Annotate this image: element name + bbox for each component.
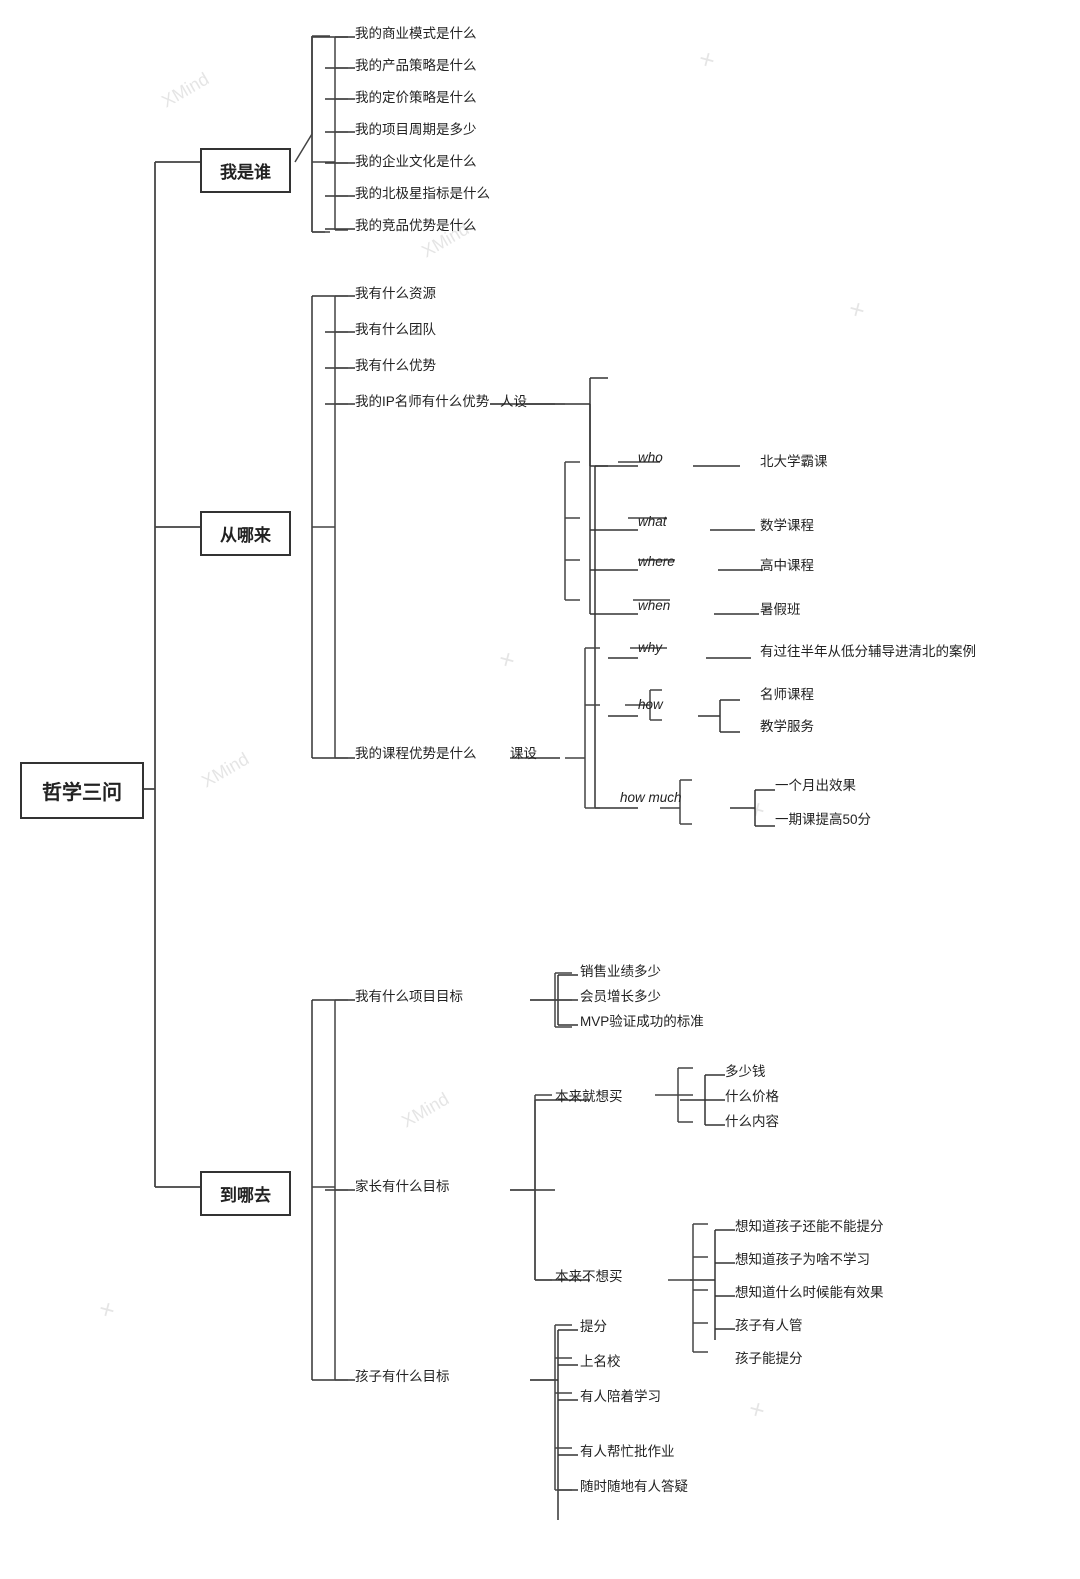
woshishui-item-5: 我的北极星指标是什么 — [355, 182, 490, 202]
buxiangmai-item3: 孩子有人管 — [735, 1314, 803, 1334]
jiuzxiangmai-item1: 什么价格 — [725, 1085, 779, 1105]
val-what: 数学课程 — [760, 514, 814, 534]
key-why: why — [638, 640, 662, 655]
val-why: 有过往半年从低分辅导进清北的案例 — [760, 640, 976, 660]
val-howmuch-1: 一期课提高50分 — [775, 808, 871, 828]
val-how-1: 教学服务 — [760, 715, 814, 735]
daonaqu-sec0-item2: MVP验证成功的标准 — [580, 1010, 704, 1030]
l1-congnaila: 从哪来 — [200, 511, 291, 556]
congnaila-item-0: 我有什么资源 — [355, 282, 436, 302]
woshishui-item-2: 我的定价策略是什么 — [355, 86, 477, 106]
congnaila-item-3: 我的IP名师有什么优势 — [355, 390, 489, 410]
mind-map: XMind XMind ✕ ✕ XMind ✕ ✕ ✕ XMind ✕ — [0, 0, 1080, 1579]
woshishui-item-3: 我的项目周期是多少 — [355, 118, 477, 138]
watermark: ✕ — [96, 1298, 120, 1324]
daonaqu-sec2-label: 孩子有什么目标 — [355, 1365, 450, 1385]
l1-daonaqu: 到哪去 — [200, 1171, 291, 1216]
daonaqu-sec2-item2: 有人陪着学习 — [580, 1385, 661, 1405]
woshishui-item-0: 我的商业模式是什么 — [355, 22, 477, 42]
renshuo-label-node: 人设 — [500, 390, 527, 410]
key-how: how — [638, 697, 663, 712]
congnaila-item-2: 我有什么优势 — [355, 354, 436, 374]
buxiangmai-item0: 想知道孩子还能不能提分 — [735, 1215, 884, 1235]
val-how-0: 名师课程 — [760, 683, 814, 703]
buxiangmai-item4: 孩子能提分 — [735, 1347, 803, 1367]
keshuo-label-node: 课设 — [510, 742, 537, 762]
key-howmuch: how much — [620, 790, 682, 805]
daonaqu-sec2-item3: 有人帮忙批作业 — [580, 1440, 675, 1460]
buxiangmai-item2: 想知道什么时候能有效果 — [735, 1281, 884, 1301]
key-what: what — [638, 514, 667, 529]
watermark: ✕ — [696, 48, 720, 74]
watermark: XMind — [158, 69, 213, 113]
l1-congnaila-label: 从哪来 — [220, 526, 271, 545]
watermark: ✕ — [746, 798, 770, 824]
jiuzxiangmai-item2: 什么内容 — [725, 1110, 779, 1130]
lines-svg — [0, 0, 1080, 1579]
keshuo-parent: 我的课程优势是什么 — [355, 742, 477, 762]
daonaqu-sec0-item1: 会员增长多少 — [580, 985, 661, 1005]
val-where: 高中课程 — [760, 554, 814, 574]
jiuzxiangmai-label: 本来就想买 — [555, 1085, 623, 1105]
congnaila-item-1: 我有什么团队 — [355, 318, 436, 338]
key-when: when — [638, 598, 670, 613]
jiuzxiangmai-item0: 多少钱 — [725, 1060, 766, 1080]
woshishui-item-4: 我的企业文化是什么 — [355, 150, 477, 170]
main-svg — [0, 0, 1080, 1579]
daonaqu-sec2-item0: 提分 — [580, 1315, 607, 1335]
l1-daonaqu-label: 到哪去 — [220, 1186, 271, 1205]
woshishui-item-1: 我的产品策略是什么 — [355, 54, 477, 74]
l1-woshishui: 我是谁 — [200, 148, 291, 193]
woshishui-item-6: 我的竞品优势是什么 — [355, 214, 477, 234]
daonaqu-sec2-item1: 上名校 — [580, 1350, 621, 1370]
daonaqu-sec2-item4: 随时随地有人答疑 — [580, 1475, 688, 1495]
val-who: 北大学霸课 — [760, 450, 828, 470]
watermark: XMind — [198, 749, 253, 793]
watermark: XMind — [398, 1089, 453, 1133]
root-node: 哲学三问 — [20, 762, 144, 819]
watermark: ✕ — [746, 1398, 770, 1424]
buxiangmai-label: 本来不想买 — [555, 1265, 623, 1285]
buxiangmai-item1: 想知道孩子为啥不学习 — [735, 1248, 870, 1268]
key-where: where — [638, 554, 675, 569]
val-when: 暑假班 — [760, 598, 801, 618]
daonaqu-sec0-item0: 销售业绩多少 — [580, 960, 661, 980]
daonaqu-sec0-label: 我有什么项目目标 — [355, 985, 463, 1005]
l1-woshishui-label: 我是谁 — [220, 163, 271, 182]
root-label: 哲学三问 — [42, 782, 122, 804]
val-howmuch-0: 一个月出效果 — [775, 774, 856, 794]
key-who: who — [638, 450, 663, 465]
daonaqu-sec1-label: 家长有什么目标 — [355, 1175, 450, 1195]
watermark: ✕ — [846, 298, 870, 324]
watermark: ✕ — [496, 648, 520, 674]
